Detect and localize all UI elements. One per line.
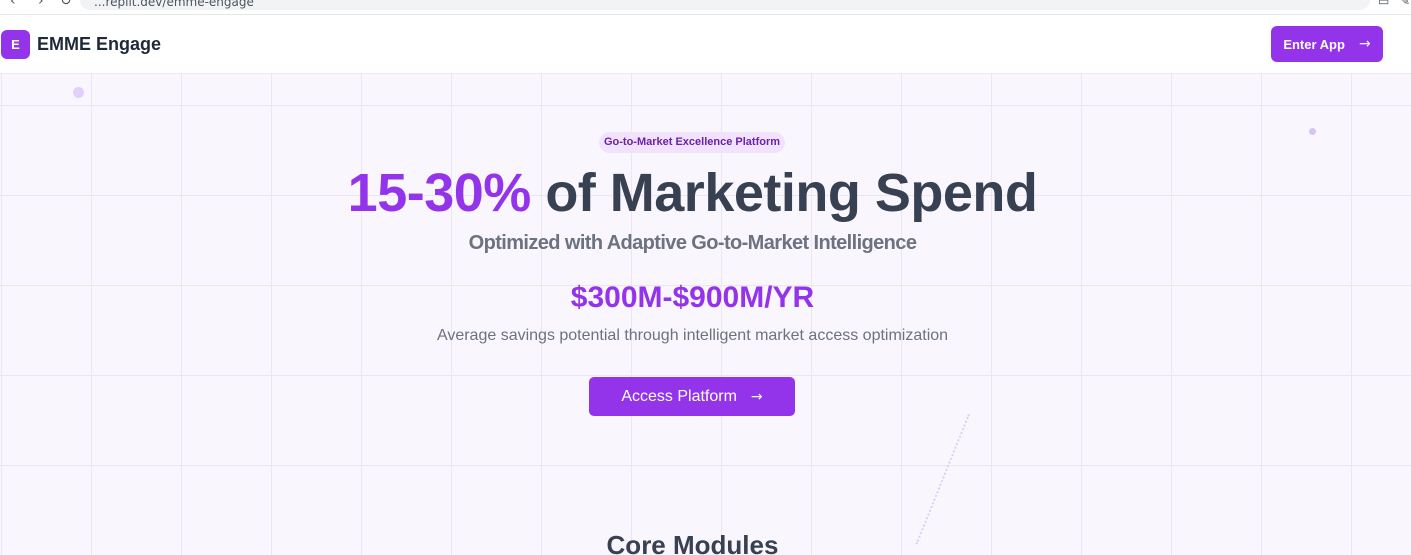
menu-icon[interactable]: ✎ — [1400, 0, 1410, 8]
back-icon[interactable]: ‹ — [10, 0, 16, 8]
enter-app-label: Enter App — [1283, 36, 1345, 52]
hero-section: Go-to-Market Excellence Platform 15-30% … — [0, 74, 1411, 555]
access-platform-label: Access Platform — [621, 387, 737, 405]
browser-chrome: ‹ › ↻ ...replit.dev/emme-engage ▭ ✎ — [0, 0, 1411, 15]
enter-app-button[interactable]: Enter App → — [1271, 26, 1383, 62]
address-bar-url: ...replit.dev/emme-engage — [94, 0, 254, 9]
hero-badge: Go-to-Market Excellence Platform — [599, 132, 785, 153]
savings-description: Average savings potential through intell… — [436, 327, 949, 344]
decorative-dot — [1309, 128, 1316, 135]
arrow-right-icon: → — [750, 388, 763, 405]
logo-icon[interactable]: E — [1, 30, 30, 59]
decorative-dot — [73, 87, 84, 98]
forward-icon[interactable]: › — [38, 0, 44, 8]
extension-icon[interactable]: ▭ — [1378, 0, 1389, 8]
reload-icon[interactable]: ↻ — [60, 0, 72, 8]
app-name[interactable]: EMME Engage — [37, 33, 161, 55]
hero-subheadline: Optimized with Adaptive Go-to-Market Int… — [468, 232, 917, 254]
core-modules-title: Core Modules — [606, 530, 779, 555]
headline-accent: 15-30% — [347, 163, 532, 223]
decorative-dotted-line — [915, 414, 970, 545]
access-platform-button[interactable]: Access Platform → — [589, 377, 795, 416]
app-header: E EMME Engage Enter App → — [0, 15, 1411, 74]
savings-range: $300M-$900M/YR — [570, 281, 815, 314]
hero-headline: 15-30% of Marketing Spend — [0, 160, 1385, 226]
headline-rest: of Marketing Spend — [545, 163, 1038, 223]
address-bar[interactable]: ...replit.dev/emme-engage — [80, 0, 1370, 10]
arrow-right-icon: → — [1358, 36, 1371, 52]
